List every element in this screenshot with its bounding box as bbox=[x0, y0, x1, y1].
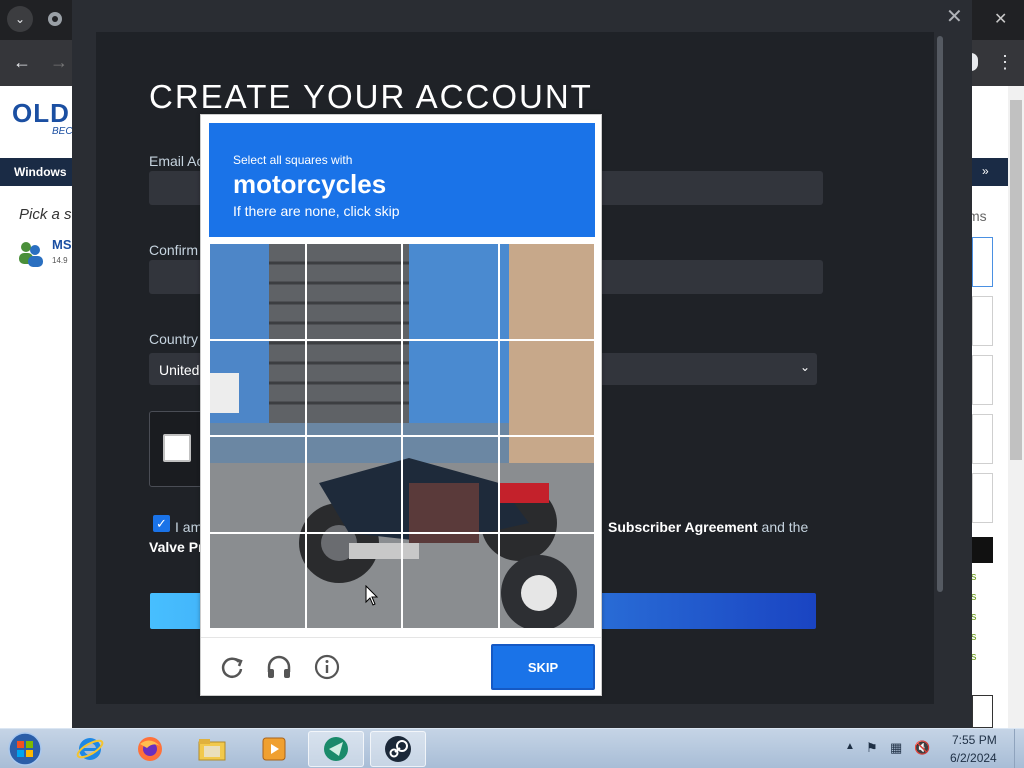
steam-icon[interactable] bbox=[370, 731, 426, 767]
page-scrollbar-thumb[interactable] bbox=[1010, 100, 1022, 460]
file-explorer-icon[interactable] bbox=[184, 731, 240, 767]
captcha-tile[interactable] bbox=[498, 532, 595, 629]
app-icon[interactable] bbox=[308, 731, 364, 767]
clock-time[interactable]: 7:55 PM bbox=[952, 733, 997, 747]
captcha-tile[interactable] bbox=[498, 436, 595, 533]
audio-headphones-icon[interactable] bbox=[264, 652, 294, 682]
agree-tail-text: and the bbox=[757, 519, 809, 535]
browser-menu-button[interactable]: ⋮ bbox=[996, 52, 1014, 73]
info-icon[interactable] bbox=[312, 652, 342, 682]
captcha-target-object: motorcycles bbox=[233, 169, 387, 199]
email-label: Email Ac bbox=[149, 153, 204, 169]
media-player-icon[interactable] bbox=[246, 731, 302, 767]
country-label: Country bbox=[149, 331, 199, 347]
subscriber-agreement-link[interactable]: Subscriber Agreement bbox=[608, 519, 758, 535]
captcha-tile[interactable] bbox=[402, 243, 499, 340]
captcha-tile[interactable] bbox=[305, 243, 402, 340]
volume-muted-icon[interactable]: 🔇 bbox=[914, 740, 930, 756]
forward-button[interactable]: → bbox=[50, 52, 68, 73]
site-listing-title[interactable]: MS bbox=[52, 237, 72, 252]
captcha-header: Select all squares with motorcycles If t… bbox=[209, 123, 595, 237]
confirm-email-label: Confirm bbox=[149, 242, 199, 258]
clock-date[interactable]: 6/2/2024 bbox=[950, 751, 997, 765]
show-hidden-icons-button[interactable]: ▲ bbox=[845, 741, 855, 752]
agree-checkbox[interactable]: ✓ bbox=[153, 515, 170, 532]
captcha-hint: If there are none, click skip bbox=[233, 203, 400, 219]
site-sidebar-card[interactable] bbox=[972, 237, 993, 287]
panel-scrollbar[interactable] bbox=[937, 36, 943, 592]
page-title: CREATE YOUR ACCOUNT bbox=[149, 78, 593, 115]
site-sidebar-card[interactable] bbox=[972, 355, 993, 405]
chrome-favicon-icon bbox=[42, 6, 68, 32]
start-button[interactable] bbox=[6, 731, 44, 767]
firefox-icon[interactable] bbox=[122, 731, 178, 767]
captcha-footer: SKIP bbox=[201, 637, 601, 695]
chevron-down-icon[interactable]: ⌄ bbox=[800, 360, 810, 374]
site-logo-tagline: BEC bbox=[52, 126, 73, 137]
captcha-instruction: Select all squares with bbox=[233, 153, 353, 167]
site-sidebar-dark-bar bbox=[972, 537, 993, 563]
action-center-flag-icon[interactable]: ⚑ bbox=[866, 740, 878, 756]
show-desktop-button[interactable] bbox=[1014, 729, 1024, 768]
site-nav-windows-link[interactable]: Windows bbox=[14, 165, 67, 179]
valve-privacy-link[interactable]: Valve Pr bbox=[149, 539, 204, 555]
captcha-tile[interactable] bbox=[402, 532, 499, 629]
back-button[interactable]: ← bbox=[13, 52, 31, 73]
captcha-tile[interactable] bbox=[402, 339, 499, 436]
captcha-image-grid bbox=[209, 243, 595, 629]
captcha-tile[interactable] bbox=[498, 339, 595, 436]
browser-close-icon[interactable]: ✕ bbox=[994, 9, 1007, 29]
captcha-tile[interactable] bbox=[402, 436, 499, 533]
reload-icon[interactable] bbox=[217, 652, 247, 682]
site-nav-more-icon[interactable]: » bbox=[982, 164, 989, 178]
site-section-heading: Pick a s bbox=[19, 206, 72, 223]
captcha-tile[interactable] bbox=[305, 339, 402, 436]
mouse-cursor-icon bbox=[365, 585, 379, 606]
captcha-tile[interactable] bbox=[209, 243, 306, 340]
tab-search-button[interactable]: ⌄ bbox=[7, 6, 33, 32]
site-sidebar-card[interactable] bbox=[972, 695, 993, 728]
site-logo[interactable]: OLD bbox=[12, 98, 70, 129]
users-icon bbox=[16, 238, 46, 268]
site-sidebar-card[interactable] bbox=[972, 473, 993, 523]
network-icon[interactable]: ▦ bbox=[890, 740, 902, 756]
country-value: United bbox=[159, 362, 200, 378]
captcha-tile[interactable] bbox=[209, 532, 306, 629]
recaptcha-checkbox[interactable] bbox=[163, 434, 191, 462]
agree-text: I am bbox=[175, 519, 203, 535]
site-listing-meta: 14.9 bbox=[52, 256, 68, 265]
modal-close-button[interactable]: ✕ bbox=[946, 4, 963, 29]
captcha-tile[interactable] bbox=[305, 532, 402, 629]
captcha-tile[interactable] bbox=[209, 436, 306, 533]
captcha-tile[interactable] bbox=[209, 339, 306, 436]
internet-explorer-icon[interactable] bbox=[62, 731, 118, 767]
captcha-tile[interactable] bbox=[305, 436, 402, 533]
site-sidebar-card[interactable] bbox=[972, 414, 993, 464]
captcha-challenge-dialog: Select all squares with motorcycles If t… bbox=[200, 114, 602, 696]
agree-text-links: Subscriber Agreement and the bbox=[608, 519, 808, 535]
skip-button[interactable]: SKIP bbox=[491, 644, 595, 690]
captcha-tile[interactable] bbox=[498, 243, 595, 340]
site-sidebar-card[interactable] bbox=[972, 296, 993, 346]
